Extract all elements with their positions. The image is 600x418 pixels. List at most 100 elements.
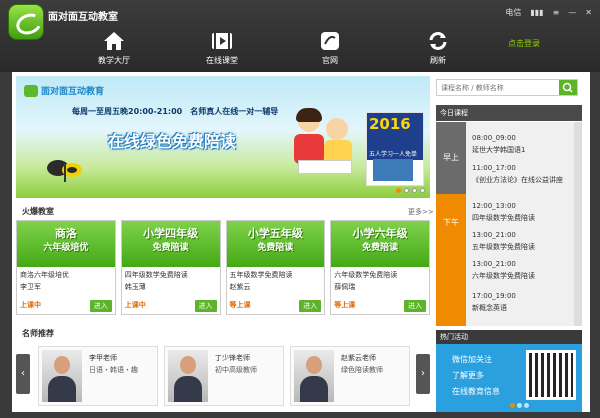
pager-dot[interactable] bbox=[412, 188, 417, 193]
course-image: 小学五年级 免费陪读 bbox=[226, 221, 325, 267]
window-controls: 电信 ▮▮▮ ≡ — ✕ bbox=[505, 7, 592, 18]
schedule-slot[interactable]: 17:00_19:00 新概念英语 bbox=[472, 290, 516, 314]
ad-image bbox=[373, 159, 413, 181]
next-arrow-button[interactable]: › bbox=[416, 354, 430, 394]
promo-banner[interactable]: 面对面互动教育 每周一至周五晚20:00-21:00 名师真人在线一对一辅导 在… bbox=[16, 76, 430, 198]
course-status: 等上课 bbox=[334, 301, 356, 309]
banner-ad[interactable]: 2016 五人学习一人免单 bbox=[366, 112, 424, 186]
schedule-scrollbar[interactable] bbox=[574, 122, 582, 326]
pager-dot[interactable] bbox=[517, 403, 522, 408]
banner-pager bbox=[396, 188, 425, 193]
course-image: 小学六年级 免费陪读 bbox=[331, 221, 429, 267]
course-image: 小学四年级 免费陪读 bbox=[121, 221, 220, 267]
close-button[interactable]: ✕ bbox=[585, 8, 592, 17]
schedule-slot[interactable]: 12:00_13:00 四年级数学免费陪读 bbox=[472, 200, 535, 224]
app-logo-icon bbox=[8, 4, 44, 40]
teacher-photo bbox=[294, 350, 334, 402]
teacher-card[interactable]: 李甲老师 日语・韩语・趣 bbox=[38, 346, 158, 406]
activity-banner[interactable]: 微信加关注 了解更多 在线教育信息 bbox=[436, 344, 582, 412]
enter-button[interactable]: 进入 bbox=[89, 300, 112, 312]
schedule-slot[interactable]: 11:00_17:00 《创业方法论》在线公益讲座 bbox=[472, 162, 563, 186]
home-icon bbox=[103, 30, 125, 52]
search-button[interactable] bbox=[559, 80, 577, 95]
course-teacher: 赵紫云 bbox=[229, 283, 251, 291]
teacher-name: 赵紫云老师 bbox=[341, 354, 376, 362]
teacher-desc: 初中高级教师 bbox=[215, 366, 257, 374]
course-card[interactable]: 小学六年级 免费陪读 六年级数学免费陪读 薛佩瑞 等上课 进入 bbox=[330, 220, 430, 315]
nav-label: 教学大厅 bbox=[98, 56, 130, 65]
schedule-text: 每周一至周五晚20:00-21:00 bbox=[72, 107, 183, 116]
teacher-name: 丁少锋老师 bbox=[215, 354, 250, 362]
course-card[interactable]: 商洛 六年级培优 商洛六年级培优 李卫军 上课中 进入 bbox=[16, 220, 116, 315]
nav-item-classroom[interactable]: 在线课堂 bbox=[168, 30, 276, 70]
teacher-card[interactable]: 丁少锋老师 初中高级教师 bbox=[164, 346, 284, 406]
course-card[interactable]: 小学四年级 免费陪读 四年级数学免费陪读 韩玉薄 上课中 进入 bbox=[120, 220, 221, 315]
course-teacher: 韩玉薄 bbox=[124, 283, 146, 291]
search-icon bbox=[562, 82, 573, 93]
slot-time: 13:00_21:00 bbox=[472, 260, 516, 268]
kid-hair bbox=[296, 108, 322, 122]
butterfly-icon bbox=[47, 160, 82, 182]
nav-item-hall[interactable]: 教学大厅 bbox=[60, 30, 168, 70]
banner-schedule: 每周一至周五晚20:00-21:00 名师真人在线一对一辅导 bbox=[72, 106, 278, 117]
slot-name: 四年级数学免费陪读 bbox=[472, 214, 535, 222]
banner-headline: 在线绿色免费陪读 bbox=[108, 132, 237, 151]
login-link[interactable]: 点击登录 bbox=[508, 38, 540, 49]
schedule-slot[interactable]: 13:00_21:00 五年级数学免费陪读 bbox=[472, 229, 535, 253]
schedule-slot[interactable]: 13:00_21:00 六年级数学免费陪读 bbox=[472, 258, 535, 282]
course-image-title: 小学五年级 bbox=[247, 227, 303, 240]
enter-button[interactable]: 进入 bbox=[404, 300, 426, 312]
web-icon bbox=[319, 30, 341, 52]
prev-arrow-button[interactable]: ‹ bbox=[16, 354, 30, 394]
more-link[interactable]: 更多>> bbox=[408, 207, 434, 217]
pager-dot[interactable] bbox=[404, 188, 409, 193]
search-input[interactable] bbox=[437, 80, 555, 95]
course-image: 商洛 六年级培优 bbox=[17, 221, 115, 267]
course-image-title: 小学六年级 bbox=[352, 227, 408, 240]
signal-label: 电信 bbox=[505, 8, 522, 17]
course-status: 等上课 bbox=[229, 301, 251, 309]
pager-dot[interactable] bbox=[510, 403, 515, 408]
ad-year: 2016 bbox=[367, 113, 423, 149]
teacher-desc: 日语・韩语・趣 bbox=[89, 366, 138, 374]
course-image-subtitle: 六年级培优 bbox=[43, 243, 89, 253]
nav-item-refresh[interactable]: 刷新 bbox=[384, 30, 492, 70]
course-image-subtitle: 免费陪读 bbox=[152, 243, 189, 253]
qr-code-icon bbox=[526, 350, 576, 400]
activity-line1: 微信加关注 bbox=[452, 355, 492, 364]
afternoon-label: 下午 bbox=[436, 194, 466, 326]
menu-icon[interactable]: ≡ bbox=[553, 8, 560, 17]
signal-icon: ▮▮▮ bbox=[530, 8, 544, 17]
main-nav: 教学大厅 在线课堂 官网 刷新 bbox=[60, 30, 492, 70]
schedule-slot[interactable]: 08:00_09:00 延世大学韩国语1 bbox=[472, 132, 525, 156]
course-name: 商洛六年级培优 bbox=[20, 271, 69, 279]
slot-name: 《创业方法论》在线公益讲座 bbox=[472, 176, 563, 184]
slot-time: 17:00_19:00 bbox=[472, 292, 516, 300]
nav-item-website[interactable]: 官网 bbox=[276, 30, 384, 70]
enter-button[interactable]: 进入 bbox=[194, 300, 217, 312]
pager-dot[interactable] bbox=[524, 403, 529, 408]
course-image-title: 小学四年级 bbox=[143, 227, 199, 240]
brand-icon bbox=[24, 84, 38, 97]
kids-illustration bbox=[288, 104, 358, 184]
activity-pager bbox=[510, 403, 529, 408]
course-teacher: 李卫军 bbox=[20, 283, 41, 291]
course-name: 五年级数学免费陪读 bbox=[229, 271, 293, 279]
nav-label: 在线课堂 bbox=[206, 56, 238, 65]
teacher-card[interactable]: 赵紫云老师 绿色陪读教师 bbox=[290, 346, 410, 406]
pager-dot[interactable] bbox=[396, 188, 401, 193]
hot-classes-list: 商洛 六年级培优 商洛六年级培优 李卫军 上课中 进入 小学四年级 免费陪读 四年级… bbox=[16, 220, 430, 315]
slot-name: 延世大学韩国语1 bbox=[472, 146, 526, 154]
video-icon bbox=[211, 30, 233, 52]
slot-time: 13:00_21:00 bbox=[472, 231, 516, 239]
hot-activity-title: 热门活动 bbox=[436, 330, 582, 344]
minimize-button[interactable]: — bbox=[568, 8, 576, 17]
course-card[interactable]: 小学五年级 免费陪读 五年级数学免费陪读 赵紫云 等上课 进入 bbox=[225, 220, 326, 315]
enter-button[interactable]: 进入 bbox=[299, 300, 322, 312]
slot-name: 五年级数学免费陪读 bbox=[472, 243, 535, 251]
pager-dot[interactable] bbox=[420, 188, 425, 193]
course-teacher: 薛佩瑞 bbox=[334, 283, 356, 291]
nav-label: 官网 bbox=[322, 56, 338, 65]
teacher-photo bbox=[42, 350, 82, 402]
brand-text: 面对面互动教育 bbox=[41, 87, 105, 97]
